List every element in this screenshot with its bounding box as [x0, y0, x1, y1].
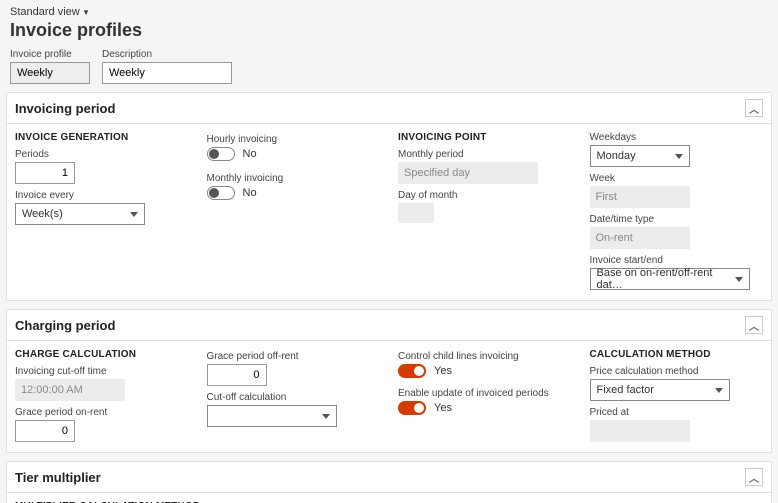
label-cutoff-calc: Cut-off calculation: [207, 392, 381, 403]
priced-at-value: [590, 420, 690, 442]
collapse-button[interactable]: ︿: [745, 468, 763, 486]
group-invoicing-point: INVOICING POINT: [398, 132, 572, 143]
monthly-period-value: Specified day: [398, 162, 538, 184]
monthly-invoicing-value: No: [243, 187, 257, 199]
enable-update-value: Yes: [434, 402, 452, 414]
label-day-of-month: Day of month: [398, 190, 572, 201]
label-hourly-invoicing: Hourly invoicing: [207, 134, 381, 145]
cutoff-calc-select[interactable]: [207, 405, 337, 427]
invoice-startend-select[interactable]: Base on on-rent/off-rent dat…: [590, 268, 750, 290]
label-invoice-profile: Invoice profile: [10, 49, 90, 60]
view-selector[interactable]: Standard view ▾: [10, 6, 88, 18]
label-invoice-every: Invoice every: [15, 190, 189, 201]
label-grace-onrent: Grace period on-rent: [15, 407, 189, 418]
page-title: Invoice profiles: [10, 20, 768, 41]
section-title: Charging period: [15, 318, 115, 333]
label-invoice-startend: Invoice start/end: [590, 255, 764, 266]
label-cutoff-time: Invoicing cut-off time: [15, 366, 189, 377]
section-tier-multiplier: Tier multiplier ︿ MULTIPLIER CALCULATION…: [6, 461, 772, 503]
grace-offrent-input[interactable]: [207, 364, 267, 386]
label-grace-offrent: Grace period off-rent: [207, 351, 381, 362]
hourly-invoicing-toggle[interactable]: [207, 147, 235, 161]
monthly-invoicing-toggle[interactable]: [207, 186, 235, 200]
chevron-up-icon: ︿: [749, 318, 759, 333]
section-charging-period: Charging period ︿ CHARGE CALCULATION Inv…: [6, 309, 772, 453]
label-enable-update: Enable update of invoiced periods: [398, 388, 572, 399]
control-child-value: Yes: [434, 365, 452, 377]
section-invoicing-period: Invoicing period ︿ INVOICE GENERATION Pe…: [6, 92, 772, 301]
section-title: Tier multiplier: [15, 470, 101, 485]
control-child-toggle[interactable]: [398, 364, 426, 378]
label-priced-at: Priced at: [590, 407, 764, 418]
label-description: Description: [102, 49, 232, 60]
label-price-method: Price calculation method: [590, 366, 764, 377]
chevron-up-icon: ︿: [749, 470, 759, 485]
chevron-down-icon: ▾: [84, 7, 89, 18]
label-periods: Periods: [15, 149, 189, 160]
group-invoice-generation: INVOICE GENERATION: [15, 132, 189, 143]
label-control-child: Control child lines invoicing: [398, 351, 572, 362]
chevron-up-icon: ︿: [749, 101, 759, 116]
group-calculation-method: CALCULATION METHOD: [590, 349, 764, 360]
weekdays-select[interactable]: Monday: [590, 145, 690, 167]
enable-update-toggle[interactable]: [398, 401, 426, 415]
collapse-button[interactable]: ︿: [745, 99, 763, 117]
day-of-month-value: [398, 203, 434, 223]
datetime-type-value: On-rent: [590, 227, 690, 249]
label-monthly-invoicing: Monthly invoicing: [207, 173, 381, 184]
grace-onrent-input[interactable]: [15, 420, 75, 442]
section-title: Invoicing period: [15, 101, 115, 116]
invoice-every-select[interactable]: Week(s): [15, 203, 145, 225]
periods-input[interactable]: [15, 162, 75, 184]
view-selector-label: Standard view: [10, 6, 80, 18]
label-monthly-period: Monthly period: [398, 149, 572, 160]
invoice-profile-input[interactable]: [10, 62, 90, 84]
collapse-button[interactable]: ︿: [745, 316, 763, 334]
description-input[interactable]: [102, 62, 232, 84]
cutoff-time-value: 12:00:00 AM: [15, 379, 125, 401]
price-method-select[interactable]: Fixed factor: [590, 379, 730, 401]
label-weekdays: Weekdays: [590, 132, 764, 143]
week-value: First: [590, 186, 690, 208]
group-charge-calculation: CHARGE CALCULATION: [15, 349, 189, 360]
label-datetime-type: Date/time type: [590, 214, 764, 225]
hourly-invoicing-value: No: [243, 148, 257, 160]
label-week: Week: [590, 173, 764, 184]
